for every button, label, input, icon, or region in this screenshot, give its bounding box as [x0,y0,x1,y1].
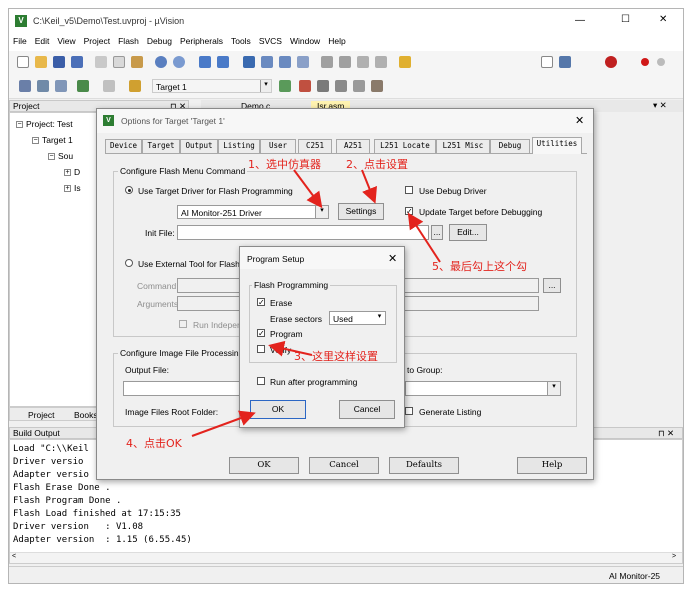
annotation-arrow-step4 [191,410,256,437]
annotation-step1: 1、选中仿真器 [248,158,321,171]
annotation-overlay [191,169,441,437]
annotation-arrow-step2 [361,169,377,204]
annotation-step4: 4、点击OK [126,437,182,450]
annotation-step2: 2、点击设置 [346,158,408,171]
annotation-step3: 3、这里这样设置 [294,350,378,363]
annotation-step5: 5、最后勾上这个勾 [432,260,527,273]
annotation-arrow-step5 [407,212,441,263]
annotation-arrow-step1 [293,169,323,209]
